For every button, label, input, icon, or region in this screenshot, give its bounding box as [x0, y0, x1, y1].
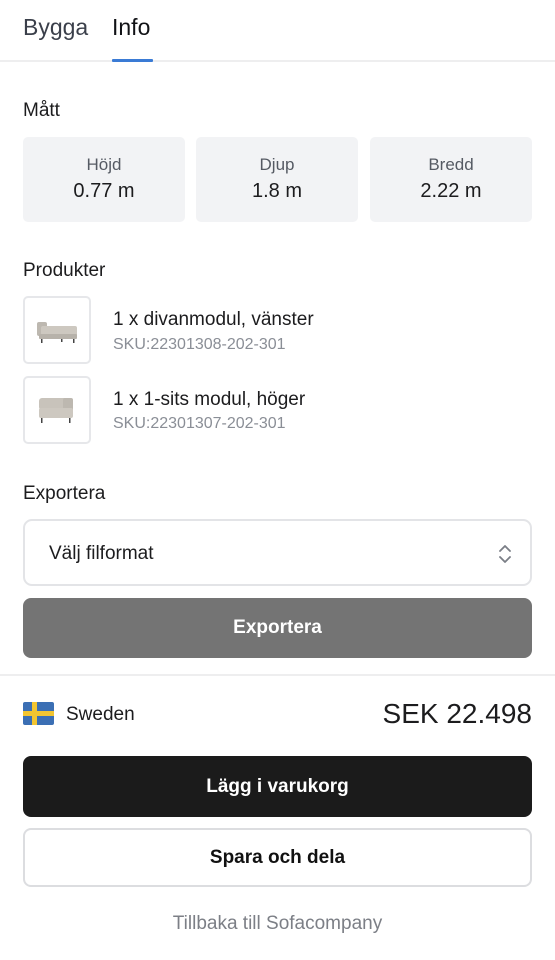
product-thumbnail-1[interactable] — [23, 296, 91, 364]
dimension-width-value: 2.22 m — [420, 180, 482, 202]
section-divider — [0, 674, 555, 676]
tab-info[interactable]: Info — [112, 12, 150, 42]
sweden-flag-icon — [23, 702, 54, 725]
product-sku-2: SKU:22301307-202-301 — [113, 415, 286, 432]
export-button[interactable]: Exportera — [23, 598, 532, 658]
total-price: SEK 22.498 — [382, 698, 532, 729]
export-title: Exportera — [23, 483, 106, 504]
dimension-height: Höjd 0.77 m — [23, 137, 185, 222]
tab-bygga[interactable]: Bygga — [23, 12, 88, 42]
products-title: Produkter — [23, 260, 106, 281]
product-sku-1: SKU:22301308-202-301 — [113, 336, 286, 353]
file-format-select-value: Välj filformat — [49, 543, 154, 564]
dimension-depth-value: 1.8 m — [251, 180, 303, 202]
tab-bar: Bygga Info — [0, 0, 555, 62]
product-name-2: 1 x 1-sits modul, höger — [113, 389, 306, 410]
add-to-cart-button[interactable]: Lägg i varukorg — [23, 756, 532, 817]
product-name-1: 1 x divanmodul, vänster — [113, 309, 314, 330]
dimension-depth: Djup 1.8 m — [196, 137, 358, 222]
dimensions-title: Mått — [23, 100, 60, 121]
dimension-width: Bredd 2.22 m — [370, 137, 532, 222]
back-to-sofacompany-link[interactable]: Tillbaka till Sofacompany — [0, 913, 555, 935]
dimension-height-value: 0.77 m — [73, 180, 135, 202]
sofa-seat-icon — [39, 398, 73, 423]
sofa-divan-icon — [37, 322, 77, 343]
chevron-up-down-icon — [499, 545, 511, 563]
save-and-share-button[interactable]: Spara och dela — [23, 828, 532, 887]
product-thumbnail-2[interactable] — [23, 376, 91, 444]
active-tab-indicator — [112, 59, 153, 62]
dimension-height-label: Höjd — [86, 155, 122, 174]
dimension-width-label: Bredd — [428, 155, 474, 174]
dimension-depth-label: Djup — [259, 155, 295, 174]
country-name[interactable]: Sweden — [66, 704, 135, 726]
file-format-select[interactable]: Välj filformat — [23, 519, 532, 586]
